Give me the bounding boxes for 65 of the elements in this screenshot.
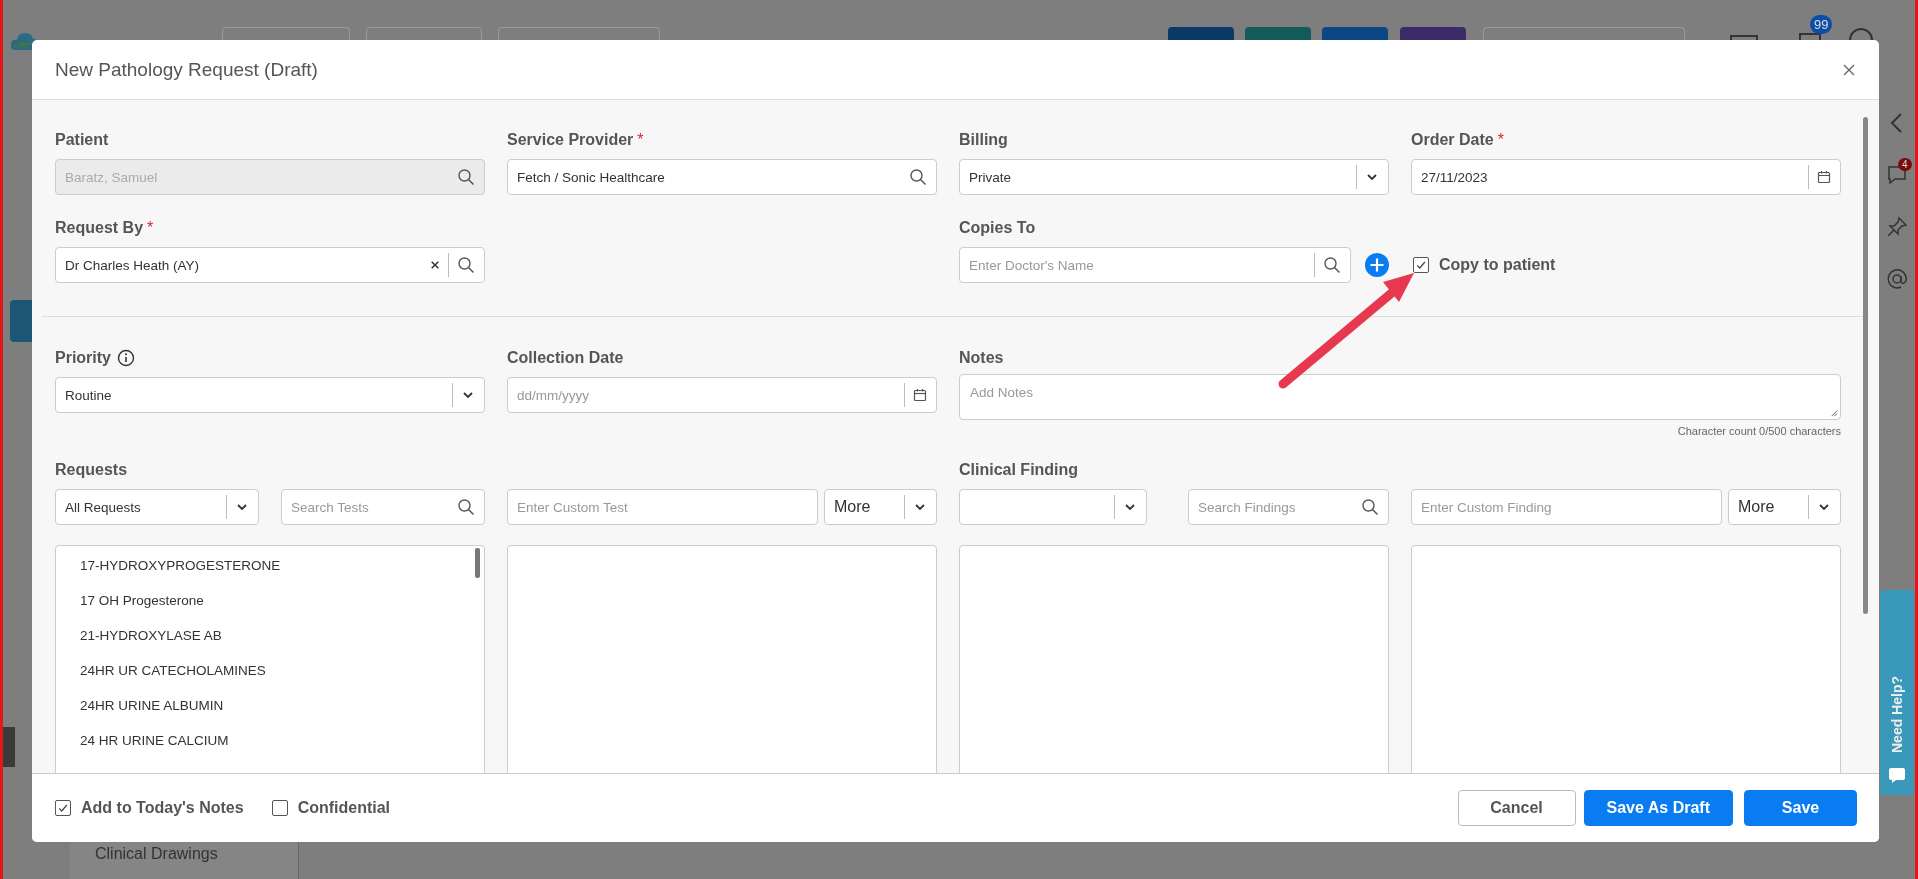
test-item[interactable]: 24 HR URINE CALCIUM	[80, 733, 229, 768]
required-mark: *	[637, 131, 644, 149]
scrollbar[interactable]	[1863, 117, 1868, 614]
checkbox[interactable]	[1413, 257, 1429, 273]
character-count: Character count 0/500 characters	[1677, 425, 1841, 437]
test-item[interactable]: 24HR URINE ALBUMIN	[80, 698, 224, 733]
search-field[interactable]: Dr Charles Heath (AY)	[55, 247, 485, 283]
required-mark: *	[147, 219, 154, 237]
field-label: Request By	[55, 219, 144, 237]
checkbox[interactable]	[55, 800, 71, 816]
search-icon[interactable]	[909, 168, 927, 186]
user-icon[interactable]	[1848, 28, 1874, 40]
resize-grip-icon[interactable]	[1829, 408, 1838, 417]
select-field[interactable]: Private	[959, 159, 1389, 195]
dialog-button[interactable]: Save	[1744, 790, 1857, 826]
field-label: Clinical Finding	[959, 461, 1079, 479]
search-icon[interactable]	[457, 256, 475, 274]
search-icon[interactable]	[457, 498, 475, 516]
field-label: Patient	[55, 131, 109, 149]
calendar-icon[interactable]	[1817, 170, 1831, 184]
search-field[interactable]: Fetch / Sonic Healthcare	[507, 159, 937, 195]
more-dropdown[interactable]: More	[824, 489, 937, 525]
chat-bubble-icon	[1887, 765, 1907, 785]
test-item[interactable]: 17-HYDROXYPROGESTERONE	[80, 558, 281, 593]
add-icon[interactable]	[1365, 253, 1389, 277]
pin-icon[interactable]	[1886, 216, 1908, 238]
field-label: Service Provider	[507, 131, 634, 149]
message-badge: 4	[1898, 158, 1912, 171]
copy-to-patient-option[interactable]: Copy to patient	[1413, 247, 1841, 283]
test-item[interactable]: 24HR UR CATECHOLAMINES	[80, 663, 266, 698]
select-field[interactable]	[959, 489, 1147, 525]
more-dropdown[interactable]: More	[1728, 489, 1841, 525]
field-label: Collection Date	[507, 349, 624, 367]
dialog-title: New Pathology Request (Draft)	[55, 58, 319, 81]
dialog-button[interactable]: Save As Draft	[1583, 790, 1733, 826]
select-field[interactable]: All Requests	[55, 489, 259, 525]
chevron-left-icon[interactable]	[1889, 112, 1905, 134]
date-field[interactable]: 27/11/2023	[1411, 159, 1841, 195]
dialog-button[interactable]: Cancel	[1457, 790, 1576, 826]
at-sign-icon[interactable]	[1886, 268, 1908, 290]
field-label: Requests	[55, 461, 128, 479]
nav-item[interactable]	[10, 300, 33, 342]
footer-option[interactable]: Confidential	[271, 790, 391, 826]
field-label: Priority	[55, 349, 111, 367]
field-label: Order Date	[1411, 131, 1494, 149]
search-icon[interactable]	[1361, 498, 1379, 516]
field-label: Notes	[959, 349, 1004, 367]
info-icon[interactable]	[117, 349, 135, 367]
checkmark-icon	[57, 802, 69, 814]
sidebar-item[interactable]: Clinical Drawings	[95, 842, 298, 863]
scrollbar[interactable]	[475, 548, 480, 578]
close-icon[interactable]	[1842, 62, 1856, 77]
required-mark: *	[1497, 131, 1504, 149]
calendar-icon[interactable]	[913, 388, 927, 402]
select-field[interactable]: Routine	[55, 377, 485, 413]
test-item[interactable]: 21-HYDROXYLASE AB	[80, 628, 222, 663]
test-item[interactable]: 17 OH Progesterone	[80, 593, 204, 628]
checkmark-icon	[1415, 259, 1427, 271]
checkbox[interactable]	[271, 800, 288, 816]
field-label: Copies To	[959, 219, 1036, 237]
clear-icon[interactable]	[430, 260, 440, 270]
search-icon[interactable]	[1323, 256, 1341, 274]
notification-badge: 99	[1810, 15, 1833, 34]
footer-option[interactable]: Add to Today's Notes	[55, 790, 244, 826]
field-label: Billing	[959, 131, 1008, 149]
